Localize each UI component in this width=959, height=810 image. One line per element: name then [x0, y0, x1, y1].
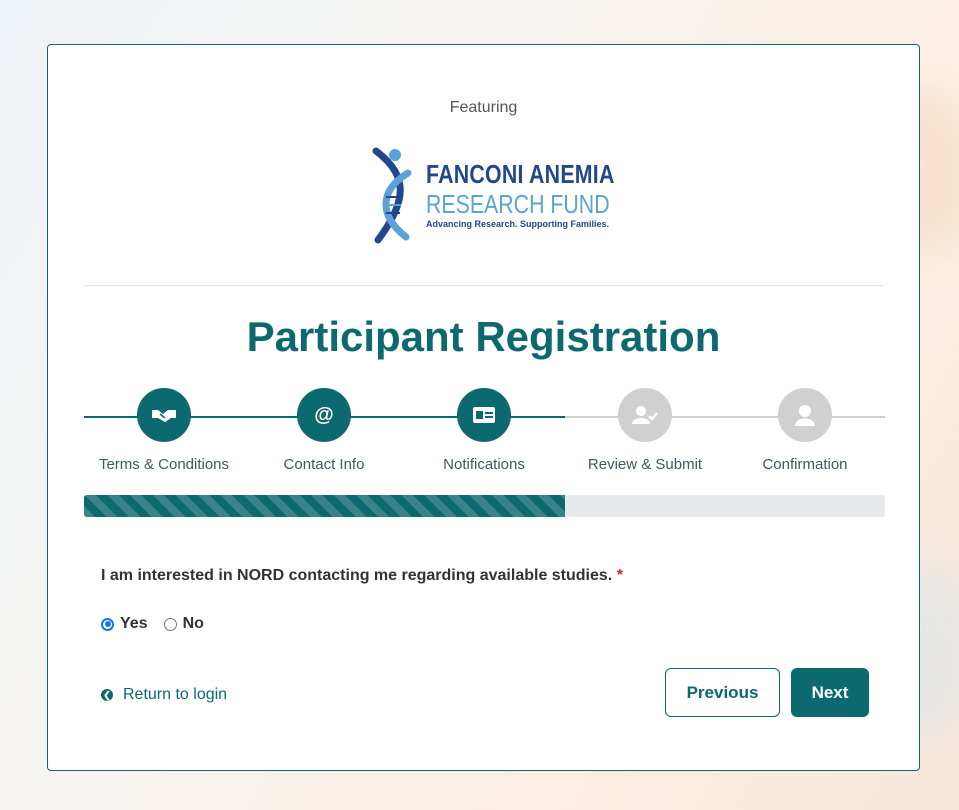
required-indicator: * [616, 567, 623, 584]
nord-contact-radio-group: Yes No [101, 615, 220, 633]
progress-bar [84, 495, 885, 517]
divider [84, 285, 883, 286]
return-to-login-label: Return to login [123, 686, 228, 703]
step-label: Review & Submit [587, 456, 703, 473]
id-card-icon [457, 388, 511, 442]
step-label: Confirmation [762, 456, 848, 473]
step-notifications[interactable]: Notifications [404, 388, 564, 473]
step-review-submit[interactable]: Review & Submit [565, 388, 725, 473]
chevron-left-circle-icon: ❮ [101, 689, 113, 701]
logo-subtitle: RESEARCH FUND [426, 189, 610, 219]
logo-title: FANCONI ANEMIA [426, 159, 615, 189]
nord-contact-question: I am interested in NORD contacting me re… [101, 567, 623, 585]
radio-no-input[interactable] [163, 617, 177, 631]
dna-icon [372, 147, 412, 244]
step-label: Contact Info [283, 456, 365, 473]
radio-yes[interactable]: Yes [101, 615, 148, 633]
step-label: Notifications [443, 456, 525, 473]
return-to-login-link[interactable]: ❮ Return to login [101, 686, 227, 704]
user-icon [778, 388, 832, 442]
at-icon: @ [297, 388, 351, 442]
step-terms[interactable]: Terms & Conditions [84, 388, 244, 473]
registration-card: Featuring FANCONI ANEMIA RESEARCH FUND A… [47, 44, 920, 771]
step-contact-info[interactable]: @ Contact Info [244, 388, 404, 473]
fanconi-anemia-logo: FANCONI ANEMIA RESEARCH FUND Advancing R… [366, 145, 614, 245]
featuring-label: Featuring [449, 99, 518, 116]
step-confirmation[interactable]: Confirmation [725, 388, 885, 473]
user-check-icon [618, 388, 672, 442]
stepper: Terms & Conditions @ Contact Info Notifi… [84, 388, 885, 473]
page-title: Participant Registration [246, 313, 721, 360]
logo-tagline: Advancing Research. Supporting Families. [426, 219, 610, 229]
step-label: Terms & Conditions [98, 456, 230, 473]
radio-no-label: No [182, 615, 204, 632]
radio-yes-input[interactable] [101, 617, 114, 631]
progress-bar-fill [84, 495, 565, 517]
radio-yes-label: Yes [120, 615, 148, 632]
question-text: I am interested in NORD contacting me re… [101, 567, 613, 584]
next-button[interactable]: Next [791, 668, 869, 717]
handshake-icon [137, 388, 191, 442]
previous-button[interactable]: Previous [665, 668, 780, 717]
radio-no[interactable]: No [163, 615, 204, 633]
